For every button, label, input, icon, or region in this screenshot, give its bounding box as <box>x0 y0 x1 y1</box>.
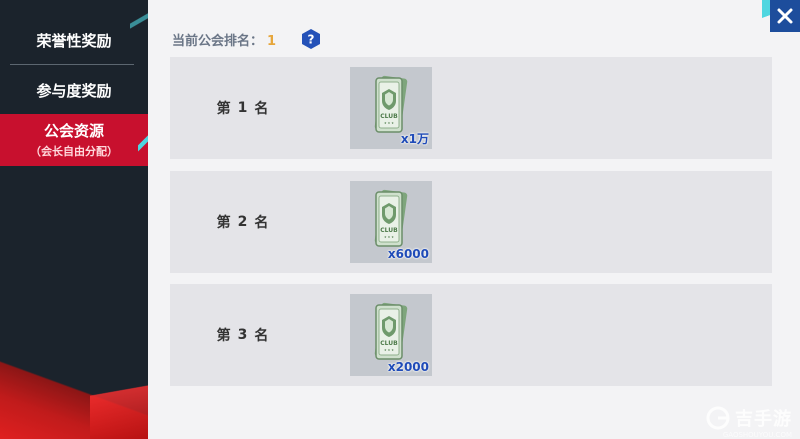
reward-quantity: x1万 <box>400 132 429 146</box>
help-button[interactable]: ? <box>300 28 322 50</box>
sidebar-item-label: 参与度奖励 <box>36 82 112 100</box>
reward-item-card[interactable]: CLUB ★ ★ ★ x2000 <box>350 294 432 376</box>
svg-text:★ ★ ★: ★ ★ ★ <box>384 235 394 239</box>
current-rank-label: 当前公会排名： <box>172 34 264 49</box>
current-rank: 当前公会排名： 1 <box>172 30 276 49</box>
sidebar-item-label: 荣誉性奖励 <box>36 32 112 50</box>
reward-row: 第 2 名 CLUB ★ ★ ★ x6000 <box>170 171 772 273</box>
sidebar-item-label: 公会资源 <box>43 122 104 140</box>
rank-label: 第 3 名 <box>170 284 316 386</box>
reward-row: 第 1 名 CLUB ★ ★ ★ x1万 <box>170 57 772 159</box>
active-indicator <box>138 114 148 166</box>
svg-text:?: ? <box>308 33 315 47</box>
reward-item-card[interactable]: CLUB ★ ★ ★ x6000 <box>350 181 432 263</box>
rank-number: 1 <box>237 100 249 116</box>
watermark: 吉手游 <box>705 405 792 431</box>
sidebar-item-participation-reward[interactable]: 参与度奖励 <box>0 80 148 101</box>
reward-quantity: x6000 <box>387 247 429 261</box>
watermark-subtext: GAOSHOUYOU.COM <box>722 431 792 439</box>
rank-prefix: 第 <box>216 101 232 117</box>
watermark-logo-icon <box>706 406 730 430</box>
sidebar-divider <box>10 64 134 65</box>
sidebar-decoration <box>90 359 148 439</box>
club-cash-icon: CLUB ★ ★ ★ <box>374 75 408 133</box>
rank-label: 第 1 名 <box>170 57 316 159</box>
svg-text:★ ★ ★: ★ ★ ★ <box>384 121 394 125</box>
sidebar-item-sublabel: （会长自由分配） <box>30 145 118 158</box>
rank-prefix: 第 <box>216 328 232 344</box>
sidebar-item-honor-reward[interactable]: 荣誉性奖励 <box>0 30 148 51</box>
rank-number: 3 <box>237 327 249 343</box>
rank-label: 第 2 名 <box>170 171 316 273</box>
club-cash-icon: CLUB ★ ★ ★ <box>374 302 408 360</box>
club-cash-icon: CLUB ★ ★ ★ <box>374 189 408 247</box>
svg-text:CLUB: CLUB <box>380 340 398 347</box>
svg-text:CLUB: CLUB <box>380 113 398 120</box>
reward-quantity: x2000 <box>387 360 429 374</box>
rank-suffix: 名 <box>254 215 270 231</box>
svg-text:CLUB: CLUB <box>380 227 398 234</box>
help-icon: ? <box>302 29 320 49</box>
current-rank-value: 1 <box>267 34 277 49</box>
rank-suffix: 名 <box>254 328 270 344</box>
rank-number: 2 <box>237 214 249 230</box>
reward-item-card[interactable]: CLUB ★ ★ ★ x1万 <box>350 67 432 149</box>
watermark-text: 吉手游 <box>735 409 792 430</box>
rank-suffix: 名 <box>254 101 270 117</box>
close-button[interactable] <box>770 0 800 32</box>
rank-prefix: 第 <box>216 215 232 231</box>
svg-text:★ ★ ★: ★ ★ ★ <box>384 348 394 352</box>
sidebar-item-guild-resources[interactable]: 公会资源 （会长自由分配） <box>0 114 148 166</box>
close-icon <box>777 8 793 24</box>
sidebar: 荣誉性奖励 参与度奖励 公会资源 （会长自由分配） <box>0 0 148 439</box>
reward-row: 第 3 名 CLUB ★ ★ ★ x2000 <box>170 284 772 386</box>
